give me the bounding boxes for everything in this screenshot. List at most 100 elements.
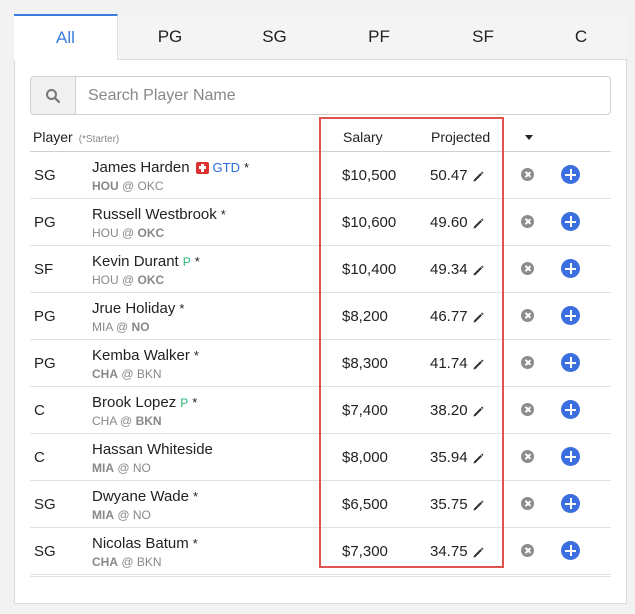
search-input[interactable] (76, 77, 610, 114)
matchup: MIA @ NO (92, 320, 150, 334)
tab-all[interactable]: All (14, 14, 118, 60)
player-name[interactable]: Kemba Walker (92, 347, 190, 364)
player-name[interactable]: Kevin Durant (92, 253, 179, 270)
team: HOU (92, 273, 119, 287)
opponent: NO (131, 320, 150, 334)
tab-sf[interactable]: SF (431, 14, 535, 60)
table-header: Player (*Starter) Salary Projected (30, 120, 611, 152)
player-position: C (34, 449, 45, 466)
remove-icon[interactable] (521, 356, 534, 369)
matchup: MIA @ NO (92, 508, 151, 522)
remove-icon[interactable] (521, 450, 534, 463)
player-position: PG (34, 214, 56, 231)
matchup: HOU @ OKC (92, 179, 164, 193)
add-icon[interactable] (561, 494, 580, 513)
player-name[interactable]: James Harden (92, 159, 190, 176)
remove-icon[interactable] (521, 497, 534, 510)
remove-icon[interactable] (521, 168, 534, 181)
opponent: OKC (137, 273, 165, 287)
team: CHA (92, 414, 117, 428)
salary-value: $7,300 (342, 543, 388, 560)
pencil-icon[interactable] (472, 217, 484, 229)
projected-cell: 49.34 (430, 261, 484, 278)
starter-marker: * (244, 160, 250, 175)
chevron-down-icon[interactable] (525, 135, 533, 140)
add-icon[interactable] (561, 400, 580, 419)
pencil-icon[interactable] (472, 405, 484, 417)
salary-column-header[interactable]: Salary (343, 129, 383, 145)
pencil-icon[interactable] (472, 546, 484, 558)
table-row: C Hassan Whiteside MIA @ NO $8,000 35.94 (30, 434, 611, 481)
player-name[interactable]: Nicolas Batum (92, 535, 189, 552)
pencil-icon[interactable] (472, 452, 484, 464)
search-button[interactable] (31, 77, 76, 114)
player-column-header[interactable]: Player (*Starter) (33, 129, 119, 145)
add-icon[interactable] (561, 353, 580, 372)
position-tabs: All PG SG PF SF C (14, 14, 627, 60)
projected-cell: 35.94 (430, 449, 484, 466)
projected-value: 46.77 (430, 308, 468, 325)
remove-icon[interactable] (521, 403, 534, 416)
table-row: SG James Harden GTD * HOU @ OKC $10,500 50.47 (30, 152, 611, 199)
salary-value: $6,500 (342, 496, 388, 513)
add-icon[interactable] (561, 541, 580, 560)
add-icon[interactable] (561, 259, 580, 278)
player-name[interactable]: Russell Westbrook (92, 206, 217, 223)
projected-cell: 41.74 (430, 355, 484, 372)
probable-badge: P (182, 254, 191, 269)
tab-pf[interactable]: PF (327, 14, 431, 60)
pencil-icon[interactable] (472, 170, 484, 182)
player-list: SG James Harden GTD * HOU @ OKC $10,500 50.47 P… (30, 152, 611, 575)
player-name[interactable]: Dwyane Wade (92, 488, 189, 505)
opponent: OKC (137, 226, 165, 240)
matchup: CHA @ BKN (92, 414, 162, 428)
search-icon (46, 88, 61, 103)
player-name-line: Jrue Holiday * (92, 300, 184, 317)
player-name[interactable]: Hassan Whiteside (92, 441, 213, 458)
projected-column-header[interactable]: Projected (431, 129, 490, 145)
tab-sg[interactable]: SG (222, 14, 327, 60)
pencil-icon[interactable] (472, 311, 484, 323)
add-icon[interactable] (561, 212, 580, 231)
matchup: MIA @ NO (92, 461, 151, 475)
player-name[interactable]: Brook Lopez (92, 394, 176, 411)
pencil-icon[interactable] (472, 499, 484, 511)
at-sign: @ (121, 555, 134, 569)
probable-badge: P (180, 395, 189, 410)
opponent: BKN (136, 367, 162, 381)
team: HOU (92, 226, 119, 240)
salary-value: $8,200 (342, 308, 388, 325)
pencil-icon[interactable] (472, 264, 484, 276)
salary-value: $7,400 (342, 402, 388, 419)
starter-marker: * (192, 536, 198, 551)
tab-c[interactable]: C (535, 14, 627, 60)
add-icon[interactable] (561, 447, 580, 466)
add-icon[interactable] (561, 165, 580, 184)
projected-cell: 38.20 (430, 402, 484, 419)
table-row: PG Kemba Walker * CHA @ BKN $8,300 41.74 (30, 340, 611, 387)
starter-marker: * (194, 254, 200, 269)
search-bar (30, 76, 611, 115)
remove-icon[interactable] (521, 309, 534, 322)
remove-icon[interactable] (521, 262, 534, 275)
divider (30, 576, 611, 577)
opponent: OKC (137, 179, 164, 193)
projected-cell: 49.60 (430, 214, 484, 231)
matchup: CHA @ BKN (92, 555, 162, 569)
opponent: BKN (135, 414, 162, 428)
projected-value: 38.20 (430, 402, 468, 419)
projected-value: 34.75 (430, 543, 468, 560)
projected-cell: 46.77 (430, 308, 484, 325)
player-name[interactable]: Jrue Holiday (92, 300, 175, 317)
pencil-icon[interactable] (472, 358, 484, 370)
at-sign: @ (117, 461, 130, 475)
tab-pg[interactable]: PG (118, 14, 222, 60)
table-row: PG Jrue Holiday * MIA @ NO $8,200 46.77 (30, 293, 611, 340)
player-position: PG (34, 355, 56, 372)
salary-value: $10,600 (342, 214, 397, 231)
remove-icon[interactable] (521, 215, 534, 228)
remove-icon[interactable] (521, 544, 534, 557)
player-name-line: Brook Lopez P * (92, 394, 197, 411)
player-name-line: Hassan Whiteside (92, 441, 213, 458)
add-icon[interactable] (561, 306, 580, 325)
